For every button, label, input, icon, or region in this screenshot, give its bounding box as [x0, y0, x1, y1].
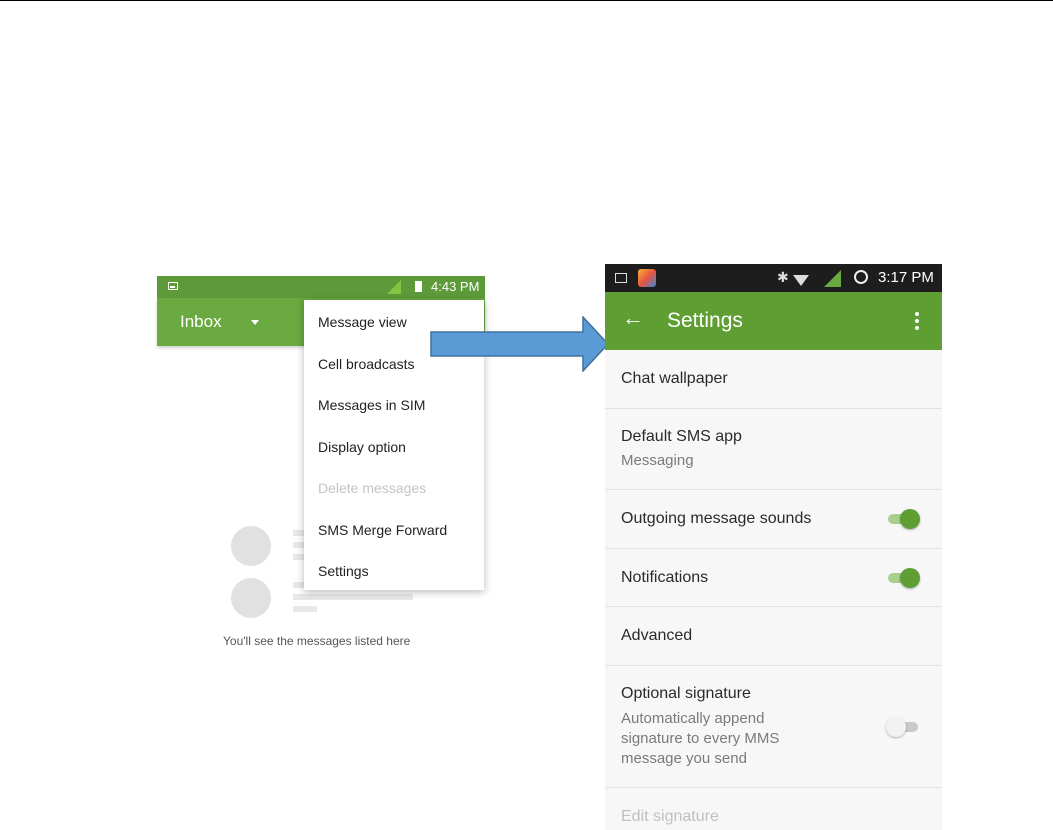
notifications-toggle[interactable] [888, 568, 922, 588]
settings-screen: ✱ 3:17 PM ← Settings Chat wallpaper Defa… [605, 264, 942, 830]
wifi-icon [793, 275, 809, 286]
top-divider-line [0, 0, 1053, 1]
setting-label: Default SMS app [621, 428, 742, 445]
bluetooth-icon: ✱ [777, 269, 789, 285]
app-notification-icon [638, 269, 656, 287]
battery-icon [415, 281, 422, 292]
setting-summary: Automatically append [621, 710, 765, 727]
page-title: Settings [667, 309, 743, 332]
outgoing-sounds-toggle[interactable] [888, 509, 922, 529]
setting-summary: signature to every MMS [621, 730, 780, 747]
line-placeholder [293, 594, 413, 600]
setting-default-sms-app[interactable]: Default SMS app Messaging [605, 409, 942, 490]
setting-chat-wallpaper[interactable]: Chat wallpaper [605, 350, 942, 409]
status-bar: 4:43 PM [157, 276, 485, 298]
setting-summary: message you send [621, 750, 747, 767]
setting-label: Chat wallpaper [621, 370, 728, 387]
setting-label: Advanced [621, 627, 693, 644]
gallery-icon [168, 282, 178, 290]
optional-signature-toggle[interactable] [886, 717, 922, 737]
transition-arrow-icon [430, 316, 610, 372]
settings-toolbar: ← Settings [605, 292, 942, 350]
menu-item-settings[interactable]: Settings [318, 563, 369, 579]
setting-advanced[interactable]: Advanced [605, 607, 942, 666]
setting-label: Notifications [621, 569, 709, 586]
setting-outgoing-message-sounds[interactable]: Outgoing message sounds [605, 490, 942, 549]
signal-icon [387, 280, 401, 294]
setting-label: Edit signature [621, 808, 719, 825]
setting-label: Optional signature [621, 685, 751, 702]
line-placeholder [293, 606, 317, 612]
avatar-placeholder [231, 526, 271, 566]
menu-item-display-option[interactable]: Display option [318, 439, 406, 455]
status-time: 3:17 PM [878, 269, 934, 286]
status-time: 4:43 PM [431, 279, 480, 294]
gallery-icon [615, 273, 627, 283]
menu-item-messages-in-sim[interactable]: Messages in SIM [318, 397, 425, 413]
menu-item-sms-merge-forward[interactable]: SMS Merge Forward [318, 522, 447, 538]
setting-edit-signature: Edit signature [605, 788, 942, 830]
setting-summary: Messaging [621, 452, 694, 469]
setting-label: Outgoing message sounds [621, 510, 812, 527]
menu-item-message-view[interactable]: Message view [318, 314, 407, 330]
setting-notifications[interactable]: Notifications [605, 549, 942, 607]
status-bar: ✱ 3:17 PM [605, 264, 942, 292]
inbox-title[interactable]: Inbox [180, 312, 222, 332]
menu-item-cell-broadcasts[interactable]: Cell broadcasts [318, 356, 415, 372]
back-arrow-icon[interactable]: ← [622, 307, 644, 329]
empty-state-text: You'll see the messages listed here [223, 634, 411, 648]
menu-item-delete-messages: Delete messages [318, 480, 427, 496]
dropdown-caret-icon[interactable] [251, 320, 259, 325]
setting-optional-signature[interactable]: Optional signature Automatically append … [605, 666, 942, 788]
signal-icon [824, 270, 841, 287]
more-vert-icon[interactable] [915, 312, 919, 330]
data-saver-icon [854, 270, 868, 284]
avatar-placeholder [231, 578, 271, 618]
